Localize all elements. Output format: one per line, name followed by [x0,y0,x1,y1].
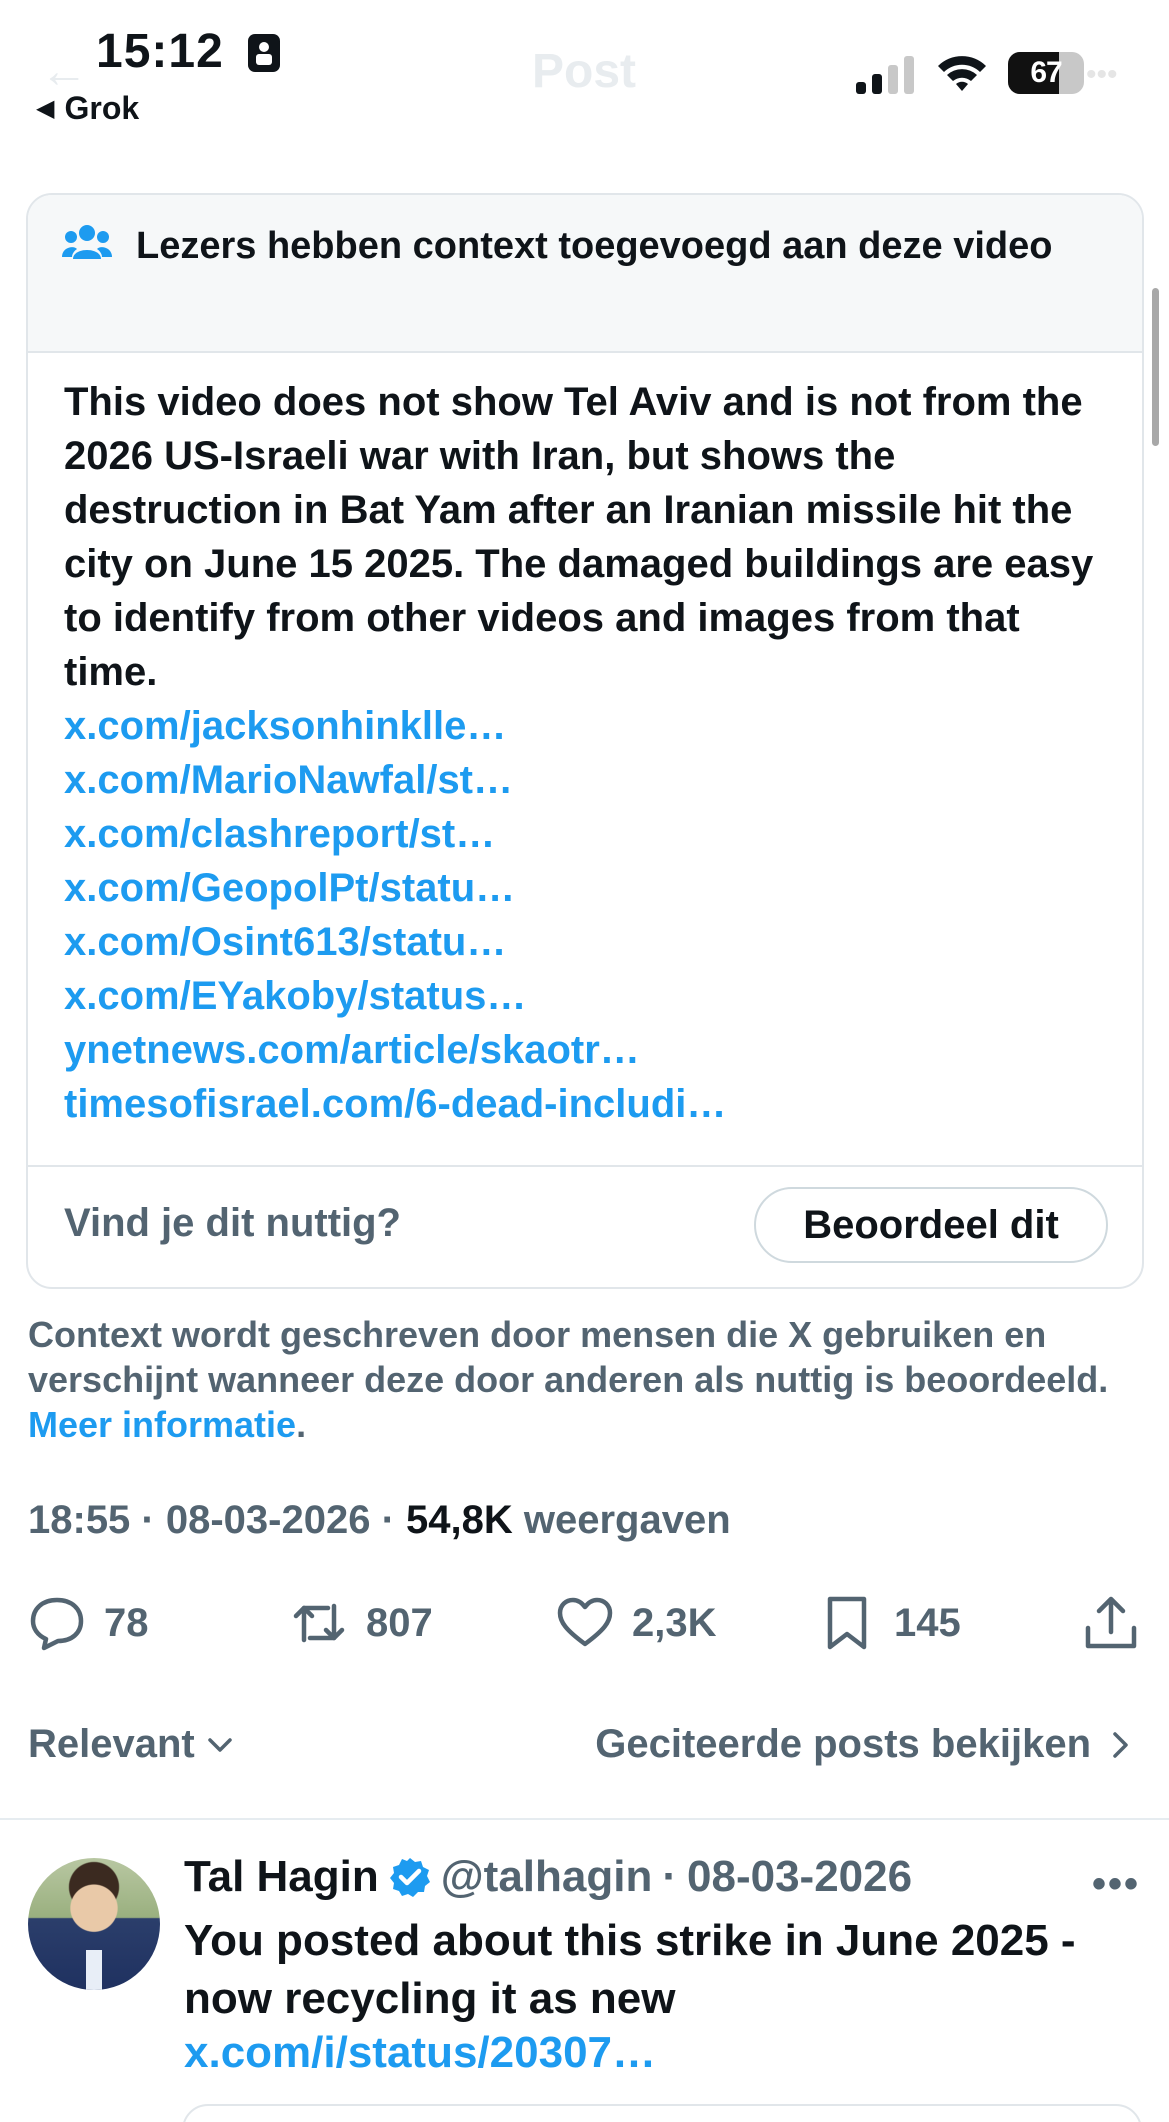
note-link[interactable]: x.com/MarioNawfal/st… [64,753,1124,807]
meta-separator: · [370,1498,407,1542]
bookmark-icon [827,1596,867,1650]
reply-link[interactable]: x.com/i/status/20307… [184,2028,656,2078]
share-button[interactable] [1082,1588,1140,1658]
post-detail-screen: ← Post 15:12 ◀ Grok 67 ••• Lezers hebben… [0,0,1169,2122]
people-icon [62,225,112,259]
share-icon [1085,1596,1137,1649]
quoted-posts-label: Geciteerde posts bekijken [595,1722,1091,1766]
note-link[interactable]: x.com/Osint613/statu… [64,915,1124,969]
battery-percent: 67 [1030,56,1062,89]
reply-text: You posted about this strike in June 202… [184,1916,1076,2023]
context-info-text: Context wordt geschreven door mensen die… [28,1312,1138,1447]
note-link[interactable]: x.com/jacksonhinklle… [64,699,1124,753]
note-link[interactable]: ynetnews.com/article/skaotr… [64,1023,1124,1077]
verified-badge-icon [389,1858,430,1897]
more-options-icon[interactable]: ••• [1092,1862,1140,1907]
repost-button[interactable]: 807 [290,1588,433,1658]
back-app-label: Grok [64,90,140,126]
note-footer: Vind je dit nuttig? Beoordeel dit [28,1165,1142,1287]
context-info-body: Context wordt geschreven door mensen die… [28,1314,1109,1400]
back-triangle-icon: ◀ [36,95,55,122]
reply-count: 78 [104,1600,149,1645]
heart-icon [557,1597,613,1647]
bookmark-count: 145 [894,1600,961,1645]
note-links: x.com/jacksonhinklle… x.com/MarioNawfal/… [64,699,1124,1131]
reply-date[interactable]: 08-03-2026 [687,1852,912,1902]
helpful-question: Vind je dit nuttig? [64,1201,401,1245]
status-bar: ← Post 15:12 ◀ Grok 67 ••• [0,0,1169,140]
rate-note-button[interactable]: Beoordeel dit [754,1187,1108,1263]
post-date: 08-03-2026 [165,1498,371,1542]
quoted-posts-link[interactable]: Geciteerde posts bekijken [595,1722,1133,1767]
like-count: 2,3K [632,1600,717,1645]
status-time: 15:12 [96,25,224,78]
community-note-card: Lezers hebben context toegevoegd aan dez… [26,193,1144,1289]
wifi-icon [938,56,986,91]
meta-separator: · [130,1498,166,1542]
scrollbar[interactable] [1152,288,1159,446]
orientation-lock-icon [248,34,280,72]
page-title: Post [532,45,637,98]
reply-header: Tal Hagin @talhagin · 08-03-2026 [184,1852,1124,1902]
cellular-signal-icon [856,56,914,94]
reply-button[interactable]: 78 [28,1588,149,1658]
repost-icon [293,1603,345,1643]
sort-label: Relevant [28,1722,195,1766]
views-count: 54,8K [406,1498,513,1542]
battery-indicator: 67 [1008,52,1084,94]
context-info-period: . [296,1404,307,1445]
note-body: This video does not show Tel Aviv and is… [64,380,1094,694]
section-divider [0,1818,1169,1820]
post-meta: 18:55 · 08-03-2026 · 54,8K weergaven [28,1498,731,1543]
post-time: 18:55 [28,1498,131,1542]
note-title: Lezers hebben context toegevoegd aan dez… [136,225,1053,267]
avatar[interactable] [28,1858,160,1990]
note-link[interactable]: x.com/EYakoby/status… [64,969,1124,1023]
chevron-down-icon [208,1737,232,1752]
repost-count: 807 [366,1600,433,1645]
chevron-right-icon [1113,1731,1128,1758]
bookmark-button[interactable]: 145 [818,1588,961,1658]
note-link[interactable]: x.com/GeopolPt/statu… [64,861,1124,915]
more-info-link[interactable]: Meer informatie [28,1404,296,1445]
note-link[interactable]: timesofisrael.com/6-dead-includi… [64,1077,1124,1131]
embedded-card[interactable] [182,2104,1142,2122]
action-bar: 78 807 2,3K 145 [0,1588,1169,1658]
reply-separator: · [662,1852,677,1901]
note-header: Lezers hebben context toegevoegd aan dez… [28,195,1142,353]
sort-replies-dropdown[interactable]: Relevant [28,1722,235,1767]
like-button[interactable]: 2,3K [556,1588,717,1658]
faded-more-icon: ••• [1086,58,1118,91]
back-to-app-link[interactable]: ◀ Grok [36,90,139,127]
views-label: weergaven [512,1498,731,1542]
reply-author-name[interactable]: Tal Hagin [184,1852,379,1902]
comment-icon [30,1597,84,1651]
reply-author-handle[interactable]: @talhagin [441,1852,653,1902]
note-link[interactable]: x.com/clashreport/st… [64,807,1124,861]
